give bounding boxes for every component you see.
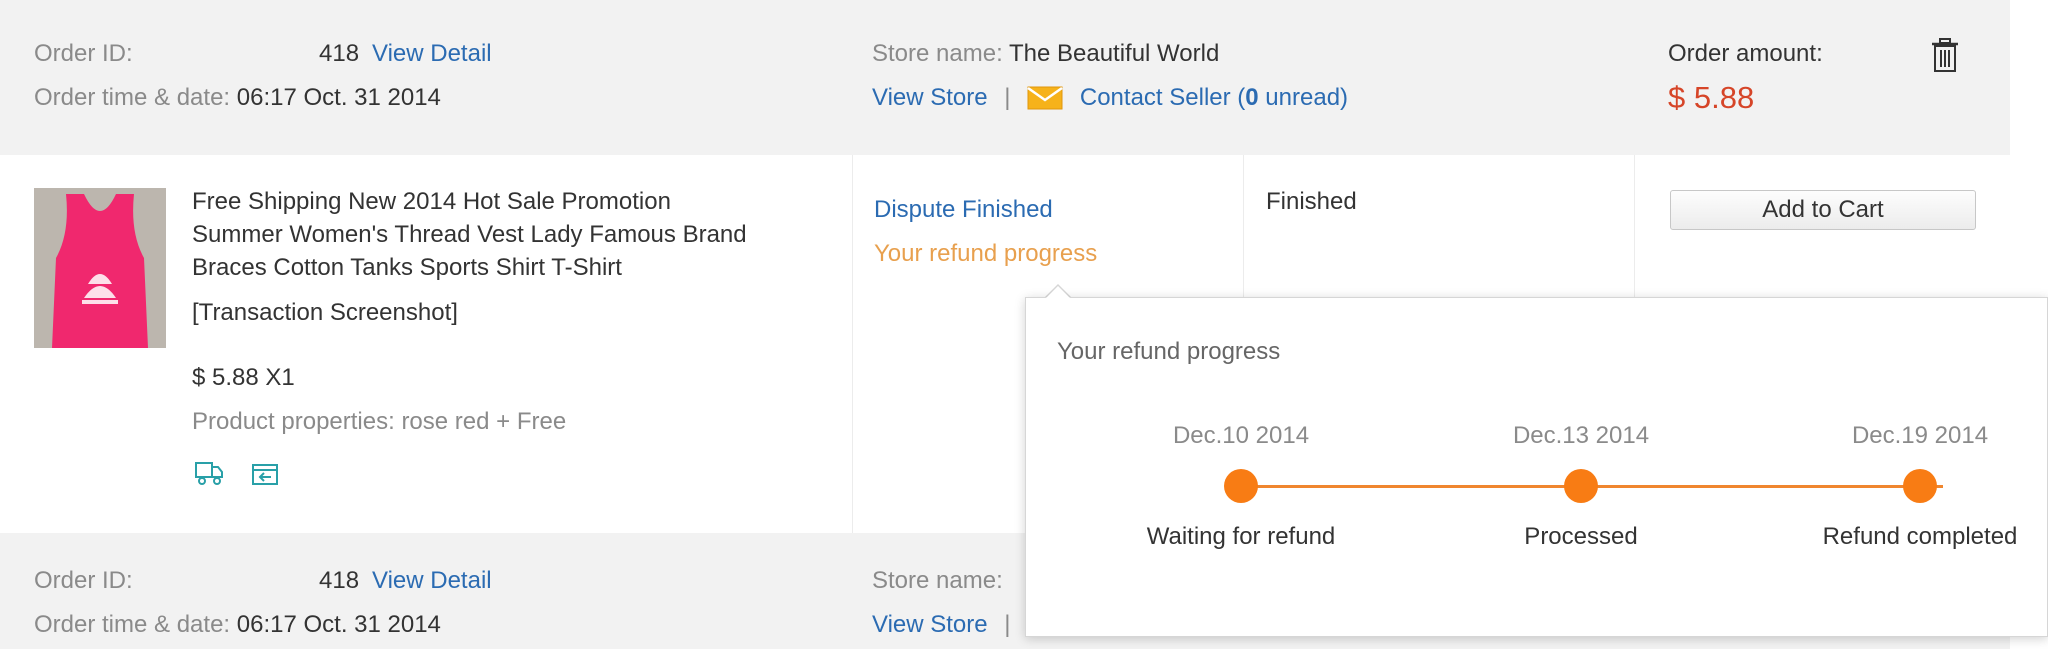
return-box-icon[interactable]: [250, 459, 280, 487]
popup-pointer-inner: [1046, 286, 1070, 298]
step-label: Waiting for refund: [1146, 523, 1336, 550]
column-divider: [852, 155, 853, 533]
step-label: Refund completed: [1822, 523, 2018, 550]
order-header: Order ID: 418 View Detail Order time & d…: [0, 0, 2010, 155]
orders-page: Order ID: 418 View Detail Order time & d…: [0, 0, 2048, 649]
popup-title: Your refund progress: [1057, 338, 1281, 365]
order-time-label: Order time & date:: [34, 84, 231, 111]
store-name-value: The Beautiful World: [1008, 40, 1220, 67]
separator: |: [1004, 611, 1011, 638]
order-status: Finished: [1266, 188, 1357, 215]
step-date: Dec.10 2014: [1172, 422, 1310, 449]
step-label: Processed: [1524, 523, 1638, 550]
store-actions-row: View Store | Contact Seller (0 unread): [872, 84, 1348, 112]
order-time-row: Order time & date: 06:17 Oct. 31 2014: [34, 611, 441, 639]
order-amount-label: Order amount:: [1668, 40, 1823, 67]
order-time-value: 06:17 Oct. 31 2014: [236, 84, 441, 111]
step-dot: [1564, 469, 1598, 503]
step-date: Dec.13 2014: [1512, 422, 1650, 449]
order-id-label: Order ID:: [34, 567, 133, 594]
product-thumbnail[interactable]: [34, 188, 166, 348]
product-properties: Product properties: rose red + Free: [192, 408, 567, 435]
trash-icon[interactable]: [1930, 37, 1960, 73]
view-detail-link[interactable]: View Detail: [372, 567, 492, 595]
transaction-screenshot-link[interactable]: [Transaction Screenshot]: [192, 299, 458, 327]
order-id-row: Order ID: 418 View Detail: [34, 567, 492, 595]
order-id-value: 418: [319, 40, 360, 67]
step-date: Dec.19 2014: [1851, 422, 1989, 449]
order-id-value: 418: [319, 567, 360, 594]
order-id-label: Order ID:: [34, 40, 133, 67]
step-dot: [1903, 469, 1937, 503]
refund-progress-popup: Your refund progress Dec.10 2014 Dec.13 …: [1025, 297, 2048, 637]
refund-progress-link[interactable]: Your refund progress: [874, 240, 1097, 268]
store-name-label: Store name:: [872, 40, 1003, 67]
product-title-line[interactable]: Braces Cotton Tanks Sports Shirt T-Shirt: [192, 254, 622, 282]
order-amount-value: $ 5.88: [1668, 80, 1755, 115]
order-id-row: Order ID: 418 View Detail: [34, 40, 492, 68]
logistics-truck-icon[interactable]: [194, 459, 224, 487]
envelope-icon: [1027, 86, 1063, 110]
product-title-line[interactable]: Summer Women's Thread Vest Lady Famous B…: [192, 221, 747, 249]
step-dot: [1224, 469, 1258, 503]
store-actions-row: View Store |: [872, 611, 1021, 639]
view-store-link[interactable]: View Store: [872, 611, 988, 638]
dispute-status: Dispute Finished: [874, 196, 1053, 223]
order-time-label: Order time & date:: [34, 611, 231, 638]
product-title-line[interactable]: Free Shipping New 2014 Hot Sale Promotio…: [192, 188, 671, 216]
store-name-row: Store name: The Beautiful World: [872, 40, 1219, 68]
contact-seller-link[interactable]: Contact Seller (0 unread): [1080, 84, 1348, 111]
add-to-cart-button[interactable]: Add to Cart: [1670, 190, 1976, 230]
tank-top-image: [34, 188, 166, 348]
store-name-row: Store name:: [872, 567, 1003, 595]
store-name-label: Store name:: [872, 567, 1003, 594]
view-store-link[interactable]: View Store: [872, 84, 988, 111]
separator: |: [1004, 84, 1011, 111]
order-time-value: 06:17 Oct. 31 2014: [236, 611, 441, 638]
view-detail-link[interactable]: View Detail: [372, 40, 492, 68]
order-time-row: Order time & date: 06:17 Oct. 31 2014: [34, 84, 441, 112]
price-quantity: $ 5.88 X1: [192, 364, 295, 391]
